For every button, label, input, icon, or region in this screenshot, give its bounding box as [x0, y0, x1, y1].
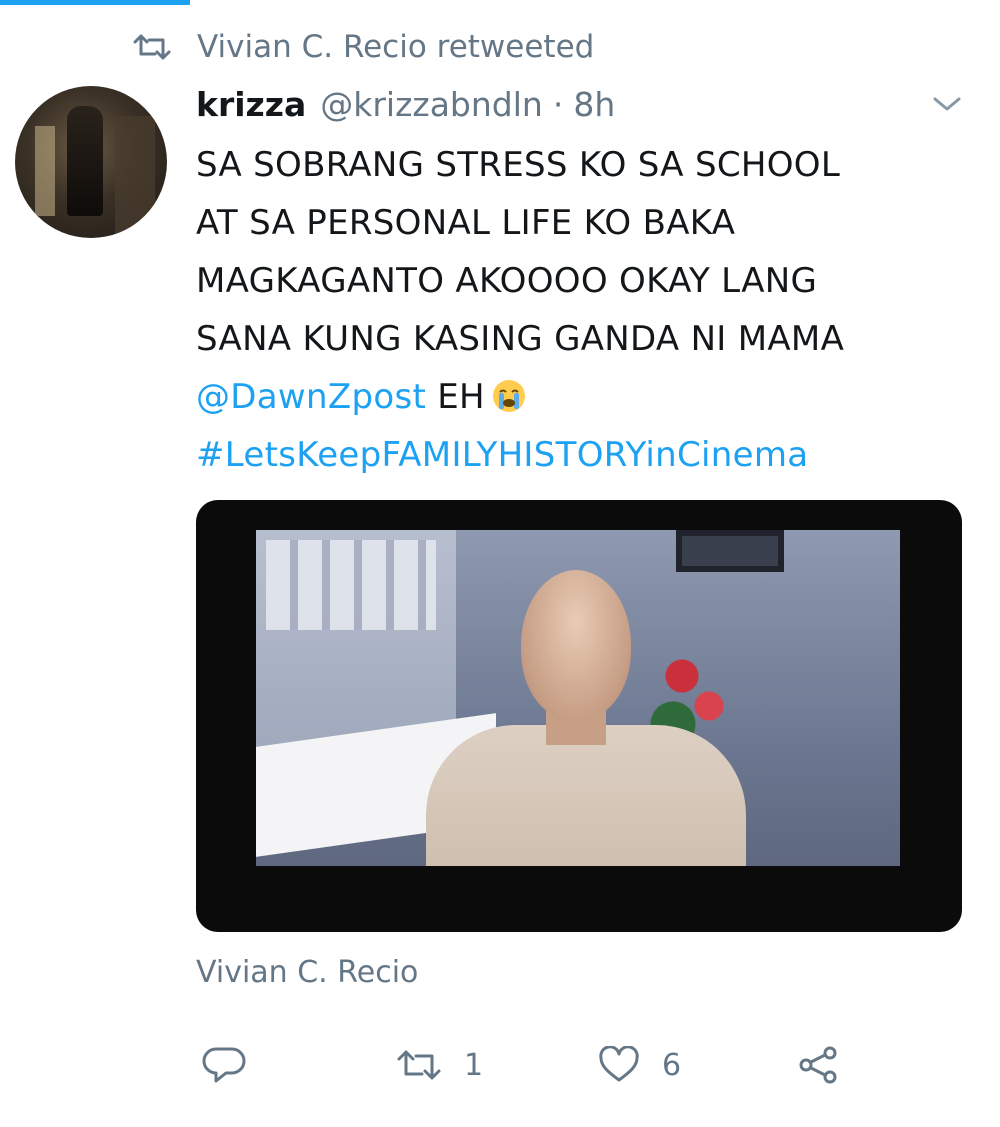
reply-icon [202, 1045, 246, 1085]
retweet-icon [133, 32, 171, 62]
tweet-text-suffix: EH [437, 377, 485, 417]
tweet-actions: 1 6 [196, 1040, 956, 1090]
tweet-header: krizza @krizzabndln · 8h [196, 80, 615, 128]
retweet-context: Vivian C. Recio retweeted [133, 27, 594, 67]
tweet-text: SA SOBRANG STRESS KO SA SCHOOL AT SA PER… [196, 136, 976, 484]
retweet-count: 1 [464, 1047, 484, 1083]
tweet-media-video[interactable] [196, 500, 962, 932]
retweet-button[interactable]: 1 [396, 1040, 483, 1090]
tweet-text-line: MAGKAGANTO AKOOOO OKAY LANG [196, 261, 818, 301]
social-context-text[interactable]: Vivian C. Recio [196, 955, 418, 990]
hashtag-link[interactable]: #LetsKeepFAMILYHISTORYinCinema [196, 426, 976, 484]
tweet-text-line: SANA KUNG KASING GANDA NI MAMA [196, 319, 845, 359]
heart-icon [598, 1046, 640, 1084]
like-count: 6 [662, 1047, 682, 1083]
retweet-context-text[interactable]: Vivian C. Recio retweeted [197, 29, 594, 65]
user-handle[interactable]: @krizzabndln [320, 85, 543, 124]
tweet-text-line: @DawnZpost EH [196, 368, 976, 426]
video-frame [256, 530, 900, 900]
share-icon [796, 1045, 840, 1085]
crying-face-emoji-icon [491, 374, 527, 412]
display-name[interactable]: krizza [196, 85, 306, 124]
share-button[interactable] [796, 1040, 840, 1090]
chevron-down-icon[interactable] [930, 92, 964, 116]
tweet-text-line: SA SOBRANG STRESS KO SA SCHOOL [196, 145, 841, 185]
like-button[interactable]: 6 [598, 1040, 681, 1090]
separator-dot: · [552, 84, 564, 124]
active-tab-indicator [0, 0, 190, 5]
mention-link[interactable]: @DawnZpost [196, 377, 426, 417]
avatar[interactable] [15, 86, 167, 238]
retweet-icon [396, 1047, 442, 1083]
tweet-text-line: AT SA PERSONAL LIFE KO BAKA [196, 203, 736, 243]
reply-button[interactable] [202, 1040, 246, 1090]
tweet-timestamp[interactable]: 8h [573, 85, 615, 124]
